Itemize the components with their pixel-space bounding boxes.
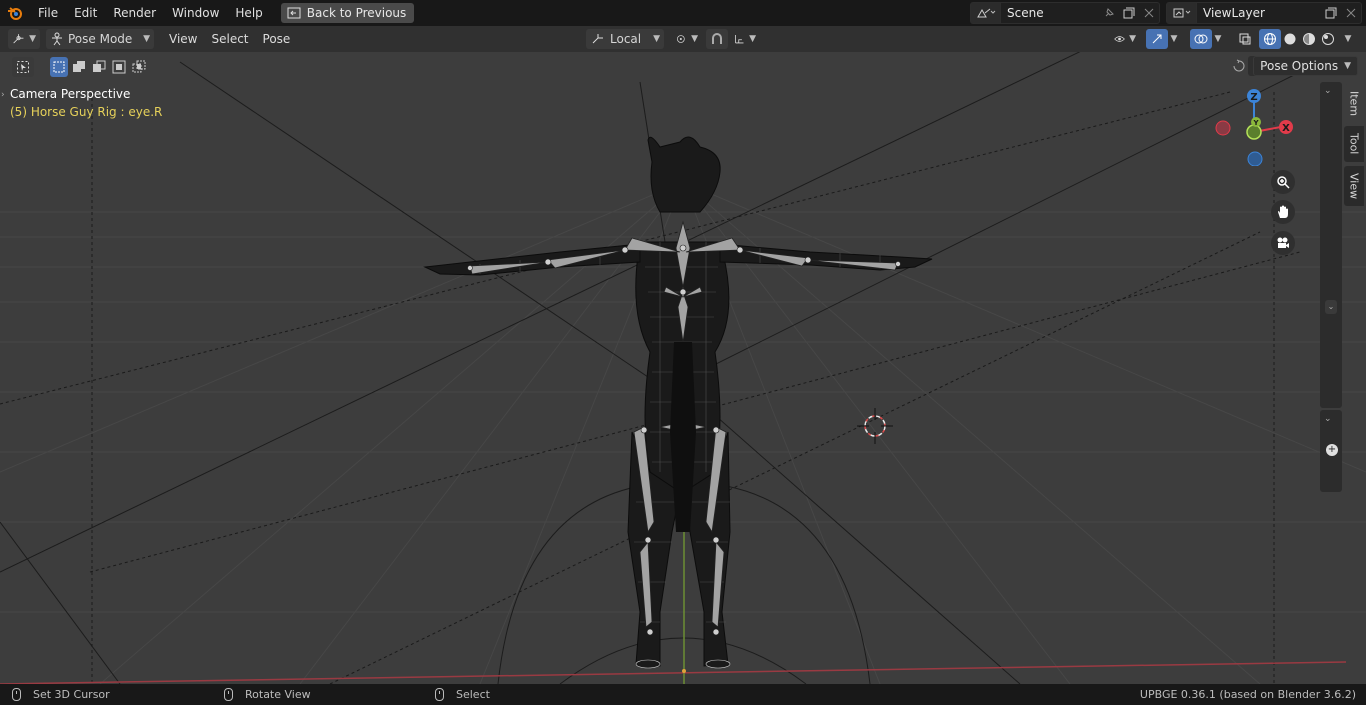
viewport-scene — [0, 52, 1366, 684]
select-invert-icon[interactable] — [110, 57, 128, 77]
select-intersect-icon[interactable] — [130, 57, 148, 77]
back-icon — [287, 7, 301, 19]
transform-affect-icon[interactable] — [1228, 56, 1250, 76]
expand-arrow-icon[interactable]: › — [1, 90, 5, 100]
tab-tool-label: Tool — [1347, 133, 1361, 155]
status-bar: Set 3D Cursor Rotate View Select UPBGE 0… — [0, 684, 1366, 705]
3d-viewport[interactable]: X Pose Options ▼ › Camera Perspective (5… — [0, 52, 1366, 684]
sidebar-chevron-icon[interactable]: ⌄ — [1325, 300, 1337, 314]
tab-item-label: Item — [1347, 91, 1361, 117]
transform-orientation-dropdown[interactable]: Local ▼ — [586, 29, 664, 49]
new-scene-icon[interactable] — [1119, 3, 1139, 23]
sidebar-tab-item[interactable]: Item — [1344, 84, 1364, 124]
menu-window[interactable]: Window — [164, 2, 227, 24]
status-select: Select — [435, 688, 490, 701]
mouse-right-icon — [435, 688, 444, 701]
pin-icon[interactable] — [1099, 3, 1119, 23]
snap-grid-icon — [735, 35, 744, 44]
tool-row — [12, 57, 148, 77]
eye-icon — [1114, 36, 1125, 42]
collapse-chevron-lower-icon[interactable]: ⌄ — [1324, 414, 1332, 424]
version-label: UPBGE 0.36.1 (based on Blender 3.6.2) — [1139, 688, 1356, 701]
pivot-icon — [677, 35, 685, 43]
editor-type-dropdown[interactable]: ▼ — [8, 29, 40, 49]
visibility-dropdown[interactable]: ▼ — [1110, 29, 1140, 49]
scene-icon[interactable] — [971, 3, 1001, 23]
view-layer-selector[interactable]: ViewLayer — [1166, 2, 1362, 24]
pivot-point-dropdown[interactable]: ▼ — [672, 29, 702, 49]
tab-view-label: View — [1347, 172, 1361, 200]
status-set-3d-cursor: Set 3D Cursor — [12, 688, 110, 701]
3d-viewport-icon — [13, 34, 24, 44]
status-rotate-view: Rotate View — [224, 688, 311, 701]
mouse-left-icon — [12, 688, 21, 701]
xray-toggle-icon[interactable] — [1234, 29, 1256, 49]
gizmo-y-label: Y — [1252, 119, 1259, 127]
collapse-chevron-icon[interactable]: ⌄ — [1324, 86, 1332, 96]
top-menu-bar: File Edit Render Window Help Back to Pre… — [0, 0, 1366, 26]
wireframe-shading-icon[interactable] — [1259, 29, 1281, 49]
rendered-shading-icon[interactable] — [1317, 29, 1339, 49]
view-layer-icon[interactable] — [1167, 3, 1197, 23]
overlays-toggle-icon[interactable] — [1190, 29, 1212, 49]
pose-options-dropdown[interactable]: Pose Options ▼ — [1253, 56, 1358, 76]
snap-toggle-icon[interactable] — [706, 29, 728, 49]
transform-orientation-label: Local — [610, 32, 642, 46]
scene-name-field[interactable]: Scene — [1001, 6, 1099, 20]
pose-options-label: Pose Options — [1260, 59, 1339, 73]
overlays-options-chevron-icon[interactable]: ▼ — [1210, 29, 1226, 49]
add-icon[interactable]: + — [1326, 444, 1338, 456]
delete-scene-icon[interactable] — [1139, 3, 1159, 23]
status-select-label: Select — [456, 688, 490, 701]
sidebar-tab-tool[interactable]: Tool — [1344, 126, 1364, 162]
gizmo-z-label: Z — [1250, 92, 1257, 103]
menu-select[interactable]: Select — [204, 29, 255, 49]
mouse-middle-icon — [224, 688, 233, 701]
snap-options-dropdown[interactable]: ▼ — [730, 29, 760, 49]
menu-render[interactable]: Render — [105, 2, 164, 24]
gizmo-x-label: X — [1282, 123, 1290, 134]
sidebar-region-upper[interactable]: ⌄ ⌄ — [1320, 82, 1342, 408]
gizmo-options-chevron-icon[interactable]: ▼ — [1166, 29, 1182, 49]
sidebar-region-lower[interactable]: ⌄ + — [1320, 410, 1342, 492]
menu-help[interactable]: Help — [227, 2, 270, 24]
mode-dropdown[interactable]: Pose Mode ▼ — [46, 29, 154, 49]
gizmo-toggle-icon[interactable] — [1146, 29, 1168, 49]
pose-mode-icon — [52, 32, 62, 46]
delete-view-layer-icon[interactable] — [1341, 3, 1361, 23]
zoom-icon[interactable] — [1271, 170, 1295, 194]
back-to-previous-button[interactable]: Back to Previous — [280, 3, 415, 23]
menu-pose[interactable]: Pose — [256, 29, 298, 49]
status-set-3d-cursor-label: Set 3D Cursor — [33, 688, 110, 701]
menu-edit[interactable]: Edit — [66, 2, 105, 24]
select-extend-icon[interactable] — [70, 57, 88, 77]
blender-logo-icon[interactable] — [0, 0, 30, 26]
mode-label: Pose Mode — [68, 32, 133, 46]
new-view-layer-icon[interactable] — [1321, 3, 1341, 23]
menu-view[interactable]: View — [162, 29, 204, 49]
select-tool-icon[interactable] — [12, 57, 34, 77]
shading-options-chevron-icon[interactable]: ▼ — [1340, 29, 1356, 49]
viewport-header: ▼ Pose Mode ▼ View Select Pose Local ▼ ▼… — [0, 26, 1366, 52]
local-orientation-icon — [592, 34, 603, 44]
hand-pan-icon[interactable] — [1271, 200, 1295, 224]
sidebar-tab-view[interactable]: View — [1344, 166, 1364, 206]
status-rotate-view-label: Rotate View — [245, 688, 311, 701]
select-new-icon[interactable] — [50, 57, 68, 77]
camera-view-icon[interactable] — [1271, 231, 1295, 255]
select-subtract-icon[interactable] — [90, 57, 108, 77]
active-object-info: (5) Horse Guy Rig : eye.R — [10, 105, 163, 119]
menu-file[interactable]: File — [30, 2, 66, 24]
navigation-gizmo[interactable]: X Z Y — [1208, 86, 1298, 166]
camera-perspective-title: Camera Perspective — [10, 87, 131, 101]
scene-selector[interactable]: Scene — [970, 2, 1160, 24]
back-to-previous-label: Back to Previous — [306, 6, 407, 20]
view-layer-name-field[interactable]: ViewLayer — [1197, 6, 1321, 20]
